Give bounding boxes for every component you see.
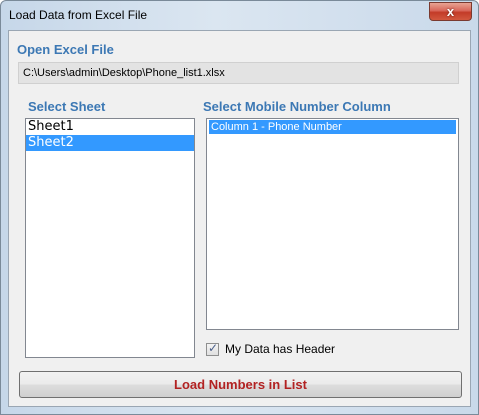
column-listbox[interactable]: Column 1 - Phone Number bbox=[206, 118, 459, 330]
checkmark-icon: ✓ bbox=[208, 340, 219, 355]
dialog-window: Load Data from Excel File x Open Excel F… bbox=[0, 0, 479, 415]
select-column-label: Select Mobile Number Column bbox=[203, 99, 391, 114]
header-checkbox-label[interactable]: My Data has Header bbox=[225, 342, 335, 356]
sheet-list-item-selected[interactable]: Sheet2 bbox=[26, 135, 194, 151]
window-title: Load Data from Excel File bbox=[9, 8, 148, 22]
header-checkbox-row[interactable]: ✓ My Data has Header bbox=[206, 341, 335, 357]
sheet-list-item[interactable]: Sheet1 bbox=[26, 119, 194, 135]
load-numbers-button[interactable]: Load Numbers in List bbox=[19, 371, 462, 398]
title-bar[interactable]: Load Data from Excel File x bbox=[1, 1, 478, 31]
sheet-listbox[interactable]: Sheet1 Sheet2 bbox=[25, 118, 195, 358]
file-path-field[interactable]: C:\Users\admin\Desktop\Phone_list1.xlsx bbox=[18, 62, 459, 84]
header-checkbox[interactable]: ✓ bbox=[206, 340, 219, 356]
column-list-item-selected[interactable]: Column 1 - Phone Number bbox=[209, 120, 456, 134]
dialog-body: Open Excel File C:\Users\admin\Desktop\P… bbox=[8, 30, 471, 407]
select-sheet-label: Select Sheet bbox=[28, 99, 106, 114]
close-icon: x bbox=[446, 4, 455, 19]
close-button[interactable]: x bbox=[429, 2, 472, 21]
open-excel-file-label: Open Excel File bbox=[17, 42, 114, 57]
